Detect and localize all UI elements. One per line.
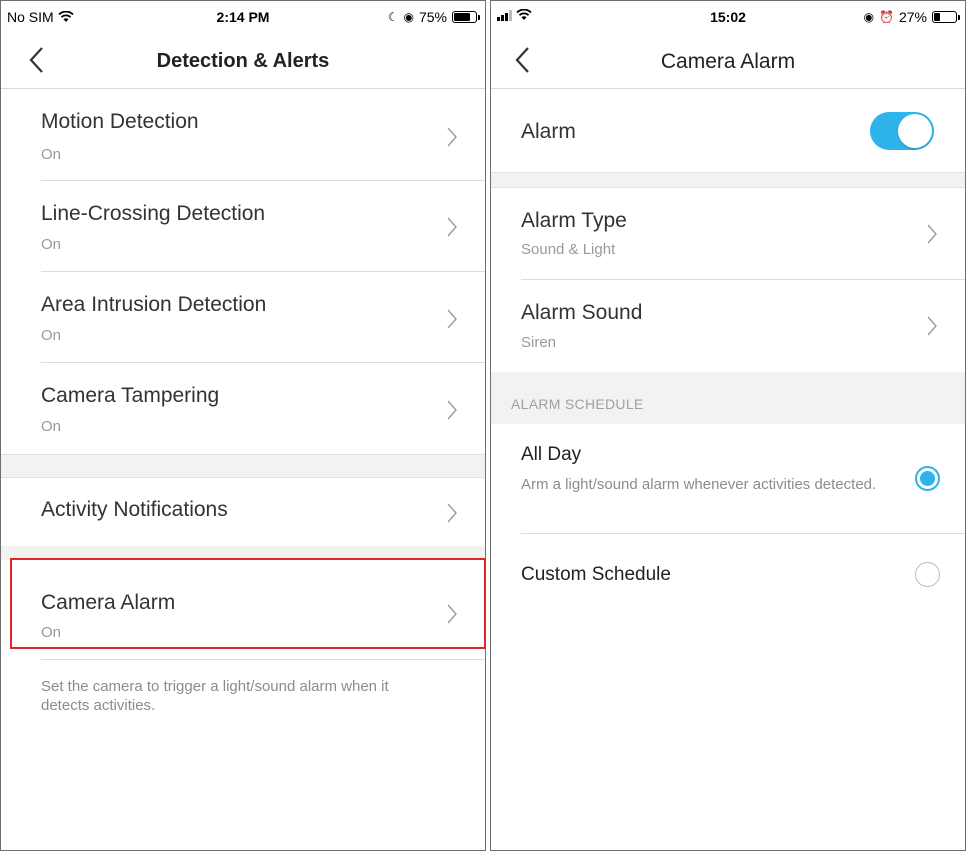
list-item-camera-tampering[interactable]: Camera Tampering On <box>1 363 485 454</box>
list-item-custom-schedule[interactable]: Custom Schedule <box>491 534 965 614</box>
orientation-lock-icon: ◉ <box>863 10 875 24</box>
section-spacer <box>1 546 485 560</box>
camera-alarm-description: Set the camera to trigger a light/sound … <box>41 678 389 714</box>
row-label: Alarm Type <box>521 209 627 232</box>
chevron-right-icon <box>447 503 457 523</box>
section-header-label: ALARM SCHEDULE <box>511 396 644 412</box>
chevron-right-icon <box>447 604 457 624</box>
chevron-right-icon <box>447 127 457 147</box>
status-bar: 15:02 ◉ ⏰ 27% <box>491 1 965 31</box>
row-value: On <box>41 327 62 344</box>
row-value: Sound & Light <box>521 241 616 258</box>
camera-alarm-screen: 15:02 ◉ ⏰ 27% Camera Alarm Alarm Alarm T… <box>490 0 966 851</box>
chevron-right-icon <box>447 217 457 237</box>
moon-icon: ☾ <box>387 10 399 24</box>
section-spacer <box>491 172 965 188</box>
chevron-right-icon <box>447 400 457 420</box>
battery-icon <box>932 11 960 23</box>
row-value: On <box>41 418 62 435</box>
row-value: On <box>41 236 62 253</box>
row-label: Motion Detection <box>41 110 199 133</box>
list-item-camera-alarm[interactable]: Camera Alarm On <box>1 560 485 660</box>
list-item-alarm-sound[interactable]: Alarm Sound Siren <box>491 280 965 372</box>
row-value: On <box>41 146 62 163</box>
battery-percent: 75% <box>418 9 447 25</box>
section-spacer <box>1 454 485 478</box>
section-header-alarm-schedule: ALARM SCHEDULE <box>491 372 965 424</box>
row-value: On <box>41 624 62 641</box>
list-item-alarm-type[interactable]: Alarm Type Sound & Light <box>491 188 965 279</box>
row-label: Line-Crossing Detection <box>41 202 266 225</box>
battery-icon <box>452 11 480 23</box>
row-label: Custom Schedule <box>521 564 671 585</box>
row-label: Camera Alarm <box>41 591 176 614</box>
detection-alerts-screen: No SIM 2:14 PM ☾ ◉ 75% Detection & Alert… <box>0 0 486 851</box>
page-title: Detection & Alerts <box>156 50 330 72</box>
row-label: All Day <box>521 444 582 465</box>
radio-all-day[interactable] <box>915 466 940 491</box>
row-description: Arm a light/sound alarm whenever activit… <box>521 476 877 493</box>
radio-custom-schedule[interactable] <box>915 562 940 587</box>
row-label: Alarm <box>521 120 576 143</box>
chevron-right-icon <box>447 309 457 329</box>
list-item-motion-detection[interactable]: Motion Detection On <box>1 90 485 181</box>
row-label: Area Intrusion Detection <box>41 293 267 316</box>
nav-bar: Detection & Alerts <box>1 31 485 89</box>
orientation-lock-icon: ◉ <box>403 10 414 24</box>
row-value: Siren <box>521 334 557 351</box>
divider <box>41 659 485 660</box>
chevron-right-icon <box>927 224 937 244</box>
list-item-line-crossing-detection[interactable]: Line-Crossing Detection On <box>1 181 485 272</box>
alarm-toggle[interactable] <box>870 112 934 150</box>
battery-percent: 27% <box>898 9 927 25</box>
list-item-all-day[interactable]: All Day Arm a light/sound alarm whenever… <box>491 424 965 533</box>
status-bar: No SIM 2:14 PM ☾ ◉ 75% <box>1 1 485 31</box>
toggle-knob <box>898 114 932 148</box>
page-title: Camera Alarm <box>660 50 796 73</box>
row-label: Activity Notifications <box>41 498 228 521</box>
alarm-clock-icon: ⏰ <box>879 10 894 24</box>
chevron-right-icon <box>927 316 937 336</box>
row-label: Camera Tampering <box>41 384 220 407</box>
list-item-area-intrusion-detection[interactable]: Area Intrusion Detection On <box>1 272 485 363</box>
row-label: Alarm Sound <box>521 301 643 324</box>
list-item-activity-notifications[interactable]: Activity Notifications <box>1 478 485 546</box>
nav-bar: Camera Alarm <box>491 31 965 89</box>
